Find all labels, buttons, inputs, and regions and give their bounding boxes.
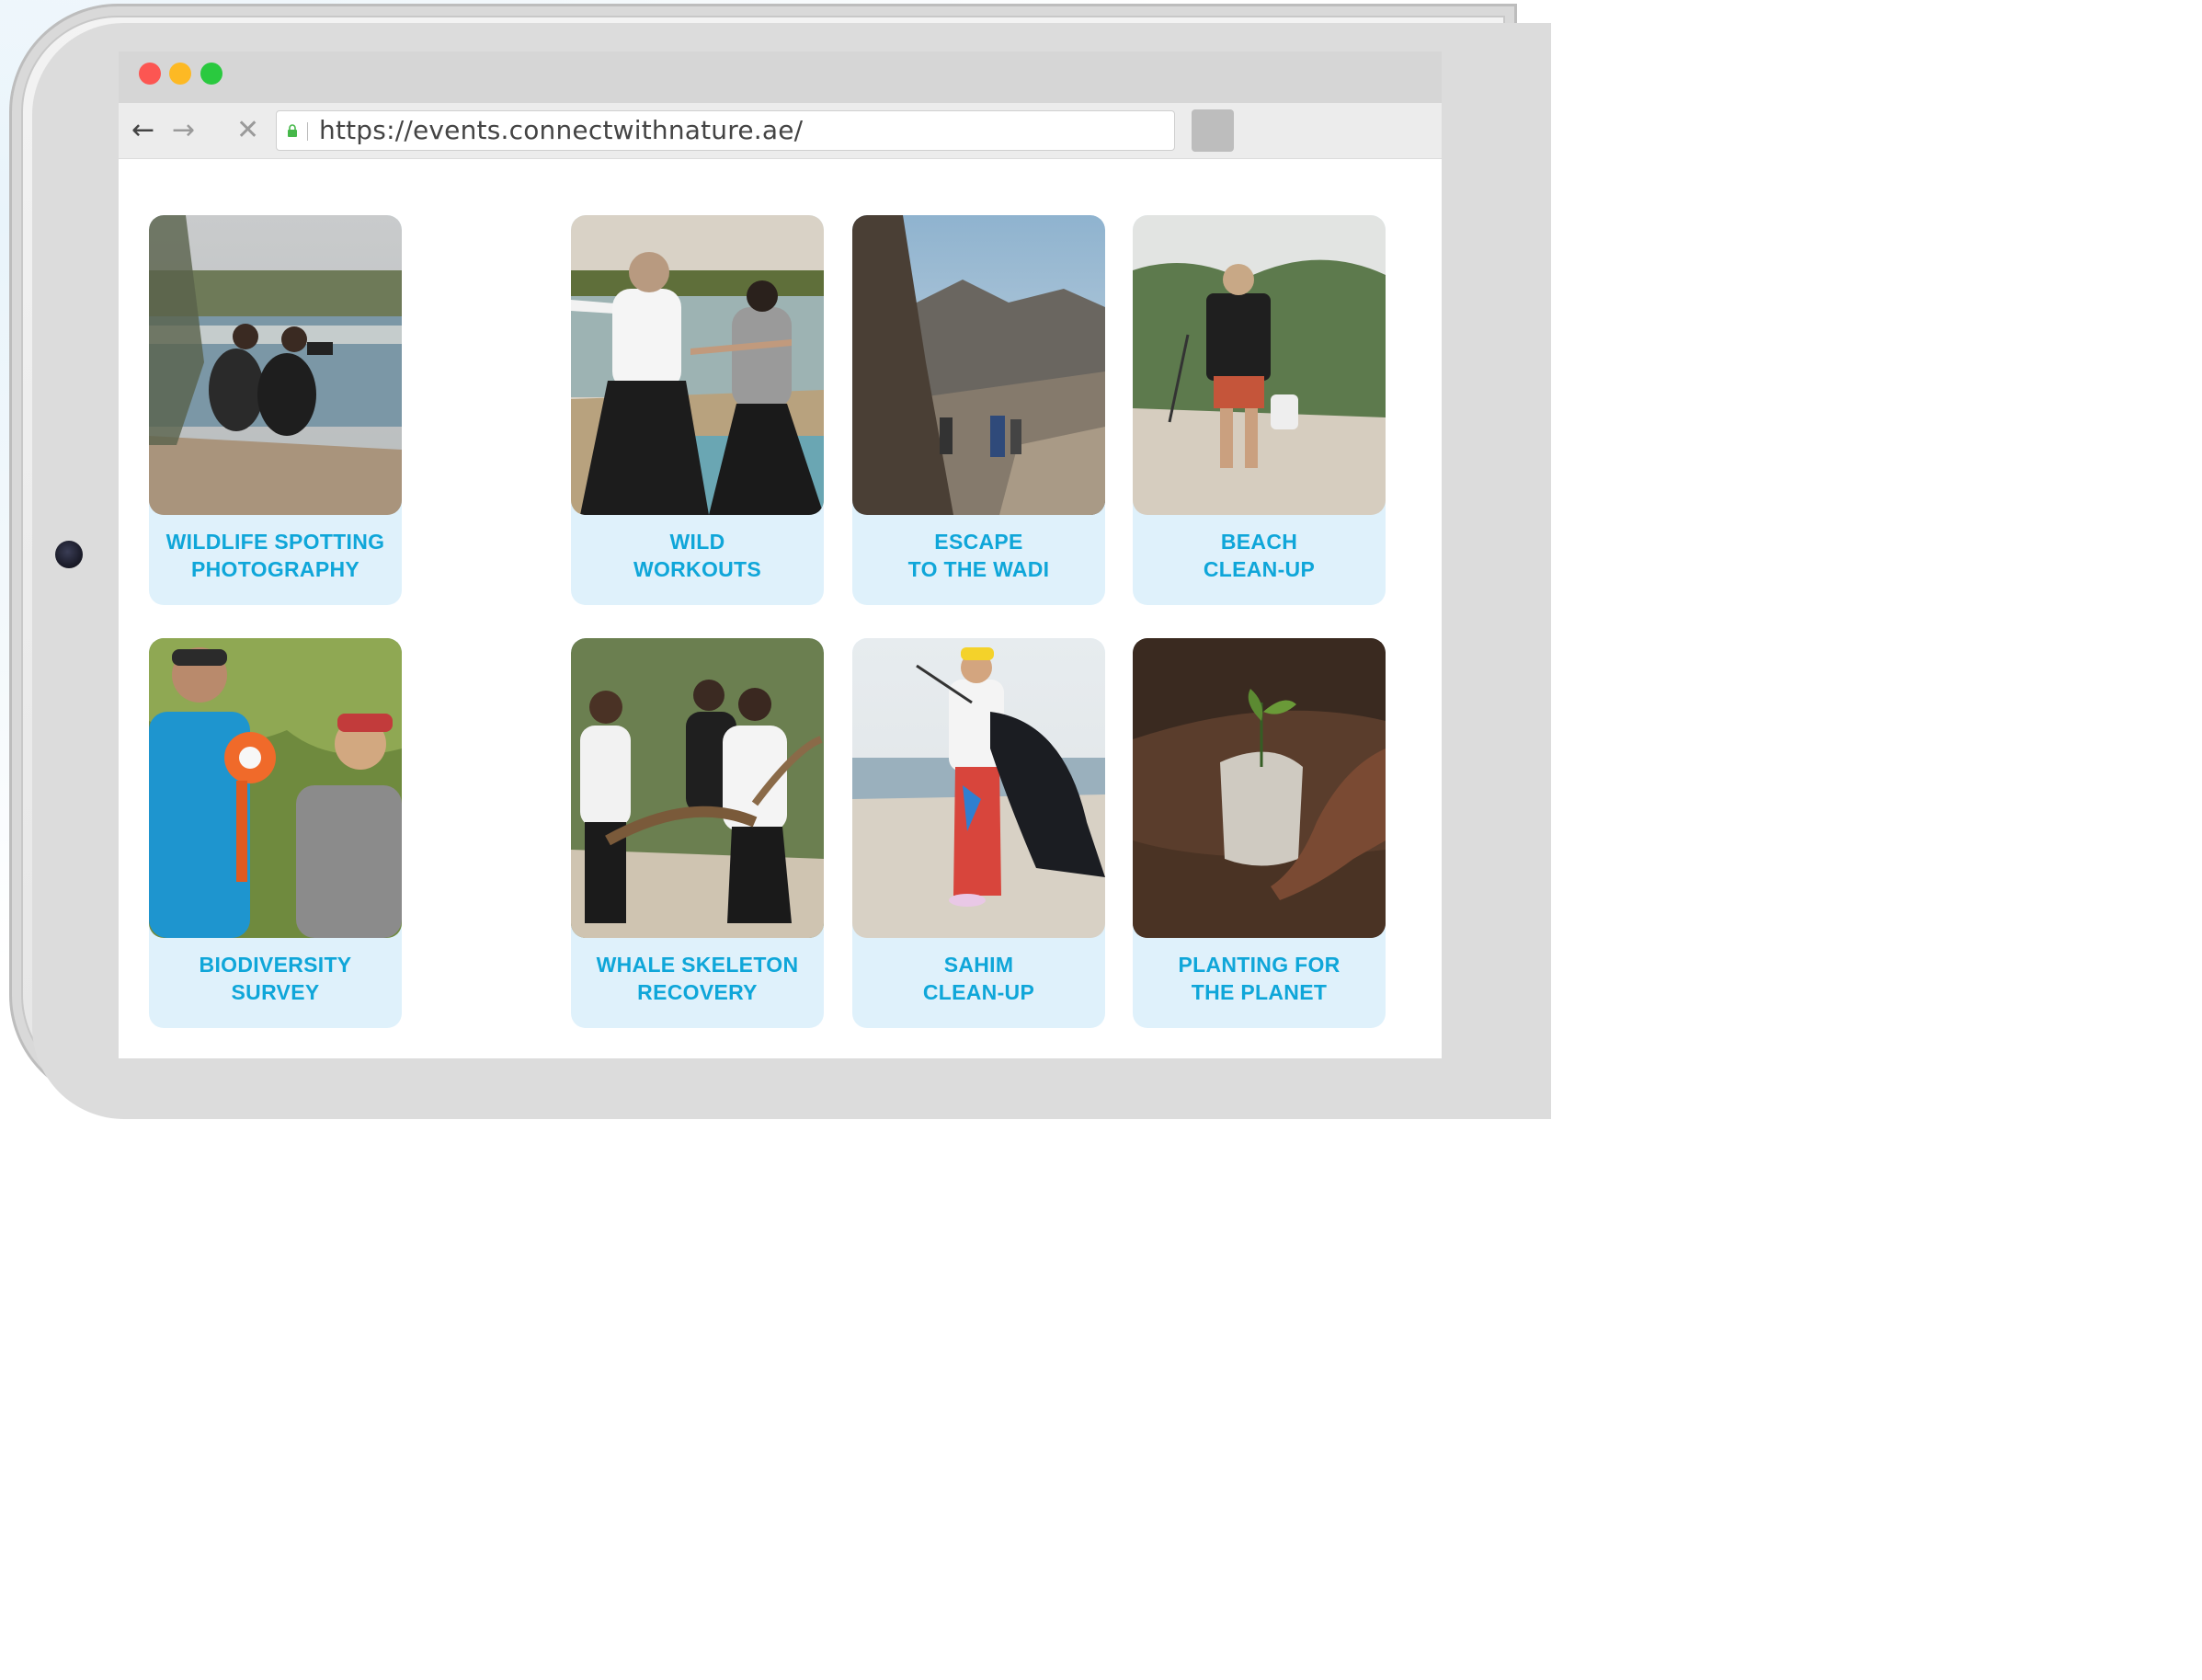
browser-toolbar: ← → ✕ https://events.connectwithnature.a… xyxy=(119,103,1442,159)
event-title-line2: RECOVERY xyxy=(637,980,758,1004)
event-title: SAHIM CLEAN-UP xyxy=(852,951,1105,1006)
event-card-beach-clean-up[interactable]: BEACH CLEAN-UP xyxy=(1133,215,1386,605)
lock-icon xyxy=(288,124,297,137)
event-photo xyxy=(571,215,824,515)
event-photo xyxy=(571,638,824,938)
event-title-line2: CLEAN-UP xyxy=(922,980,1035,1004)
event-title-line2: WORKOUTS xyxy=(633,557,762,581)
address-bar[interactable]: https://events.connectwithnature.ae/ xyxy=(276,110,1175,151)
event-card-whale-skeleton-recovery[interactable]: WHALE SKELETON RECOVERY xyxy=(571,638,824,1028)
event-title: PLANTING FOR THE PLANET xyxy=(1133,951,1386,1006)
event-card-sahim-clean-up[interactable]: SAHIM CLEAN-UP xyxy=(852,638,1105,1028)
event-photo xyxy=(149,638,402,938)
event-card-wild-workouts[interactable]: WILD WORKOUTS xyxy=(571,215,824,605)
event-title-line1: SAHIM xyxy=(943,953,1014,977)
window-titlebar xyxy=(119,51,1442,103)
camera-icon xyxy=(55,541,83,568)
event-title: BEACH CLEAN-UP xyxy=(1133,528,1386,583)
event-title-line1: PLANTING FOR xyxy=(1178,953,1341,977)
event-title-line1: ESCAPE xyxy=(934,530,1023,554)
event-title-line1: WILDLIFE SPOTTING xyxy=(165,530,385,554)
event-title: WILDLIFE SPOTTING PHOTOGRAPHY xyxy=(149,528,402,583)
event-card-escape-to-the-wadi[interactable]: ESCAPE TO THE WADI xyxy=(852,215,1105,605)
event-title-line2: PHOTOGRAPHY xyxy=(190,557,360,581)
arrow-right-icon[interactable]: → xyxy=(172,110,195,151)
event-title: ESCAPE TO THE WADI xyxy=(852,528,1105,583)
event-title-line2: TO THE WADI xyxy=(907,557,1050,581)
event-card-biodiversity-survey[interactable]: BIODIVERSITY SURVEY xyxy=(149,638,402,1028)
event-photo xyxy=(1133,638,1386,938)
url-text[interactable]: https://events.connectwithnature.ae/ xyxy=(319,111,803,150)
browser-window: ← → ✕ https://events.connectwithnature.a… xyxy=(119,51,1442,1058)
event-title-line1: WHALE SKELETON xyxy=(596,953,799,977)
event-title: WHALE SKELETON RECOVERY xyxy=(571,951,824,1006)
close-window-button[interactable] xyxy=(139,63,161,85)
event-title-line1: BIODIVERSITY xyxy=(199,953,352,977)
close-icon[interactable]: ✕ xyxy=(236,110,259,151)
event-title: BIODIVERSITY SURVEY xyxy=(149,951,402,1006)
maximize-window-button[interactable] xyxy=(200,63,222,85)
event-photo xyxy=(852,215,1105,515)
arrow-left-icon[interactable]: ← xyxy=(131,110,154,151)
event-title-line2: SURVEY xyxy=(231,980,320,1004)
extension-button[interactable] xyxy=(1192,109,1234,152)
event-photo xyxy=(149,215,402,515)
event-photo xyxy=(852,638,1105,938)
event-title-line1: WILD xyxy=(669,530,725,554)
event-card-planting-for-the-planet[interactable]: PLANTING FOR THE PLANET xyxy=(1133,638,1386,1028)
event-card-wildlife-spotting[interactable]: WILDLIFE SPOTTING PHOTOGRAPHY xyxy=(149,215,402,605)
event-photo xyxy=(1133,215,1386,515)
event-title: WILD WORKOUTS xyxy=(571,528,824,583)
minimize-window-button[interactable] xyxy=(169,63,191,85)
event-title-line2: THE PLANET xyxy=(1191,980,1328,1004)
url-separator xyxy=(307,122,308,141)
event-title-line2: CLEAN-UP xyxy=(1203,557,1316,581)
event-title-line1: BEACH xyxy=(1220,530,1298,554)
